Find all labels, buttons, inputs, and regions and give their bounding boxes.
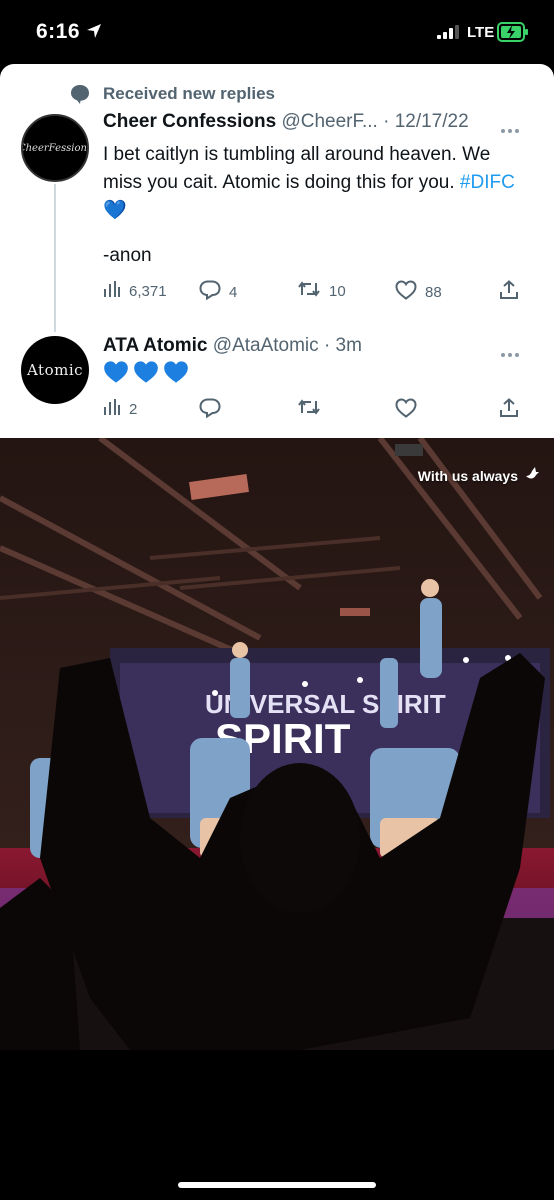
location-arrow-icon: [86, 23, 102, 44]
tweet-body: I bet caitlyn is tumbling all around hea…: [103, 141, 523, 225]
meta-separator: ·: [323, 335, 331, 356]
views-icon: [103, 398, 121, 420]
meta-separator: ·: [383, 111, 390, 132]
retweet-button[interactable]: 10: [297, 280, 346, 302]
retweet-button[interactable]: [297, 398, 321, 420]
home-indicator[interactable]: [178, 1182, 376, 1188]
arena-scene-image: UNIVERSAL SPIRIT SPIRIT: [0, 438, 554, 1050]
tweet-actions: 2: [103, 398, 523, 422]
blue-heart-icon: [133, 360, 159, 389]
blue-heart-icon: [103, 360, 129, 389]
blue-heart-icon: [163, 360, 189, 389]
retweet-count: 10: [329, 282, 346, 300]
story-caption: With us always: [418, 466, 540, 485]
retweet-icon: [297, 398, 321, 420]
avatar-ata-atomic[interactable]: Atomic: [21, 336, 89, 404]
views-button[interactable]: 6,371: [103, 280, 167, 302]
like-button[interactable]: [395, 398, 417, 422]
caption-text: With us always: [417, 467, 518, 484]
heart-icon: [395, 398, 417, 422]
speech-bubble-icon: [69, 83, 91, 105]
like-button[interactable]: 88: [395, 280, 442, 304]
author-handle[interactable]: @AtaAtomic: [213, 335, 319, 356]
dove-icon: [524, 466, 540, 485]
share-icon: [499, 398, 519, 422]
reply-button[interactable]: 4: [199, 280, 237, 304]
tweet-signature: -anon: [103, 245, 152, 266]
network-type: LTE: [467, 24, 495, 41]
status-bar: 6:16 LTE: [0, 0, 554, 64]
share-button[interactable]: [499, 398, 519, 422]
more-options-icon[interactable]: [500, 121, 520, 139]
views-count: 2: [129, 400, 138, 418]
battery-charging-icon: [497, 22, 529, 47]
tweet-timestamp[interactable]: 3m: [336, 335, 362, 356]
tweet-card: Received new replies CheerFessions Cheer…: [0, 64, 554, 438]
blue-heart-emoji: 💙: [103, 200, 127, 221]
tweet-header: ATA Atomic @AtaAtomic · 3m: [103, 335, 362, 357]
tweet-header: Cheer Confessions @CheerF... · 12/17/22: [103, 111, 469, 133]
tweet-body: [103, 360, 189, 389]
heart-icon: [395, 280, 417, 304]
avatar-logo-text: Atomic: [26, 361, 84, 379]
author-name[interactable]: ATA Atomic: [103, 335, 208, 356]
reply-button[interactable]: [199, 398, 221, 422]
views-button[interactable]: 2: [103, 398, 137, 420]
views-count: 6,371: [129, 282, 167, 300]
status-time: 6:16: [36, 20, 81, 43]
reply-icon: [199, 280, 221, 304]
retweet-icon: [297, 280, 321, 302]
share-button[interactable]: [499, 280, 519, 304]
tweet-text: I bet caitlyn is tumbling all around hea…: [103, 144, 491, 193]
signal-bars-icon: [437, 25, 461, 44]
reply-count: 4: [229, 283, 238, 301]
share-icon: [499, 280, 519, 304]
story-photo[interactable]: UNIVERSAL SPIRIT SPIRIT With us always: [0, 438, 554, 1050]
avatar-cheer-confessions[interactable]: CheerFessions: [21, 114, 89, 182]
avatar-logo-text: CheerFessions: [21, 142, 89, 154]
more-options-icon[interactable]: [500, 345, 520, 363]
hashtag-link[interactable]: #DIFC: [460, 172, 515, 193]
tweet-timestamp[interactable]: 12/17/22: [395, 111, 469, 132]
like-count: 88: [425, 283, 442, 301]
thread-line: [54, 184, 56, 332]
context-label: Received new replies: [103, 84, 275, 103]
tweet-actions: 6,371 4 10 88: [103, 280, 523, 304]
views-icon: [103, 280, 121, 302]
reply-icon: [199, 398, 221, 422]
author-name[interactable]: Cheer Confessions: [103, 111, 276, 132]
author-handle[interactable]: @CheerF...: [281, 111, 377, 132]
